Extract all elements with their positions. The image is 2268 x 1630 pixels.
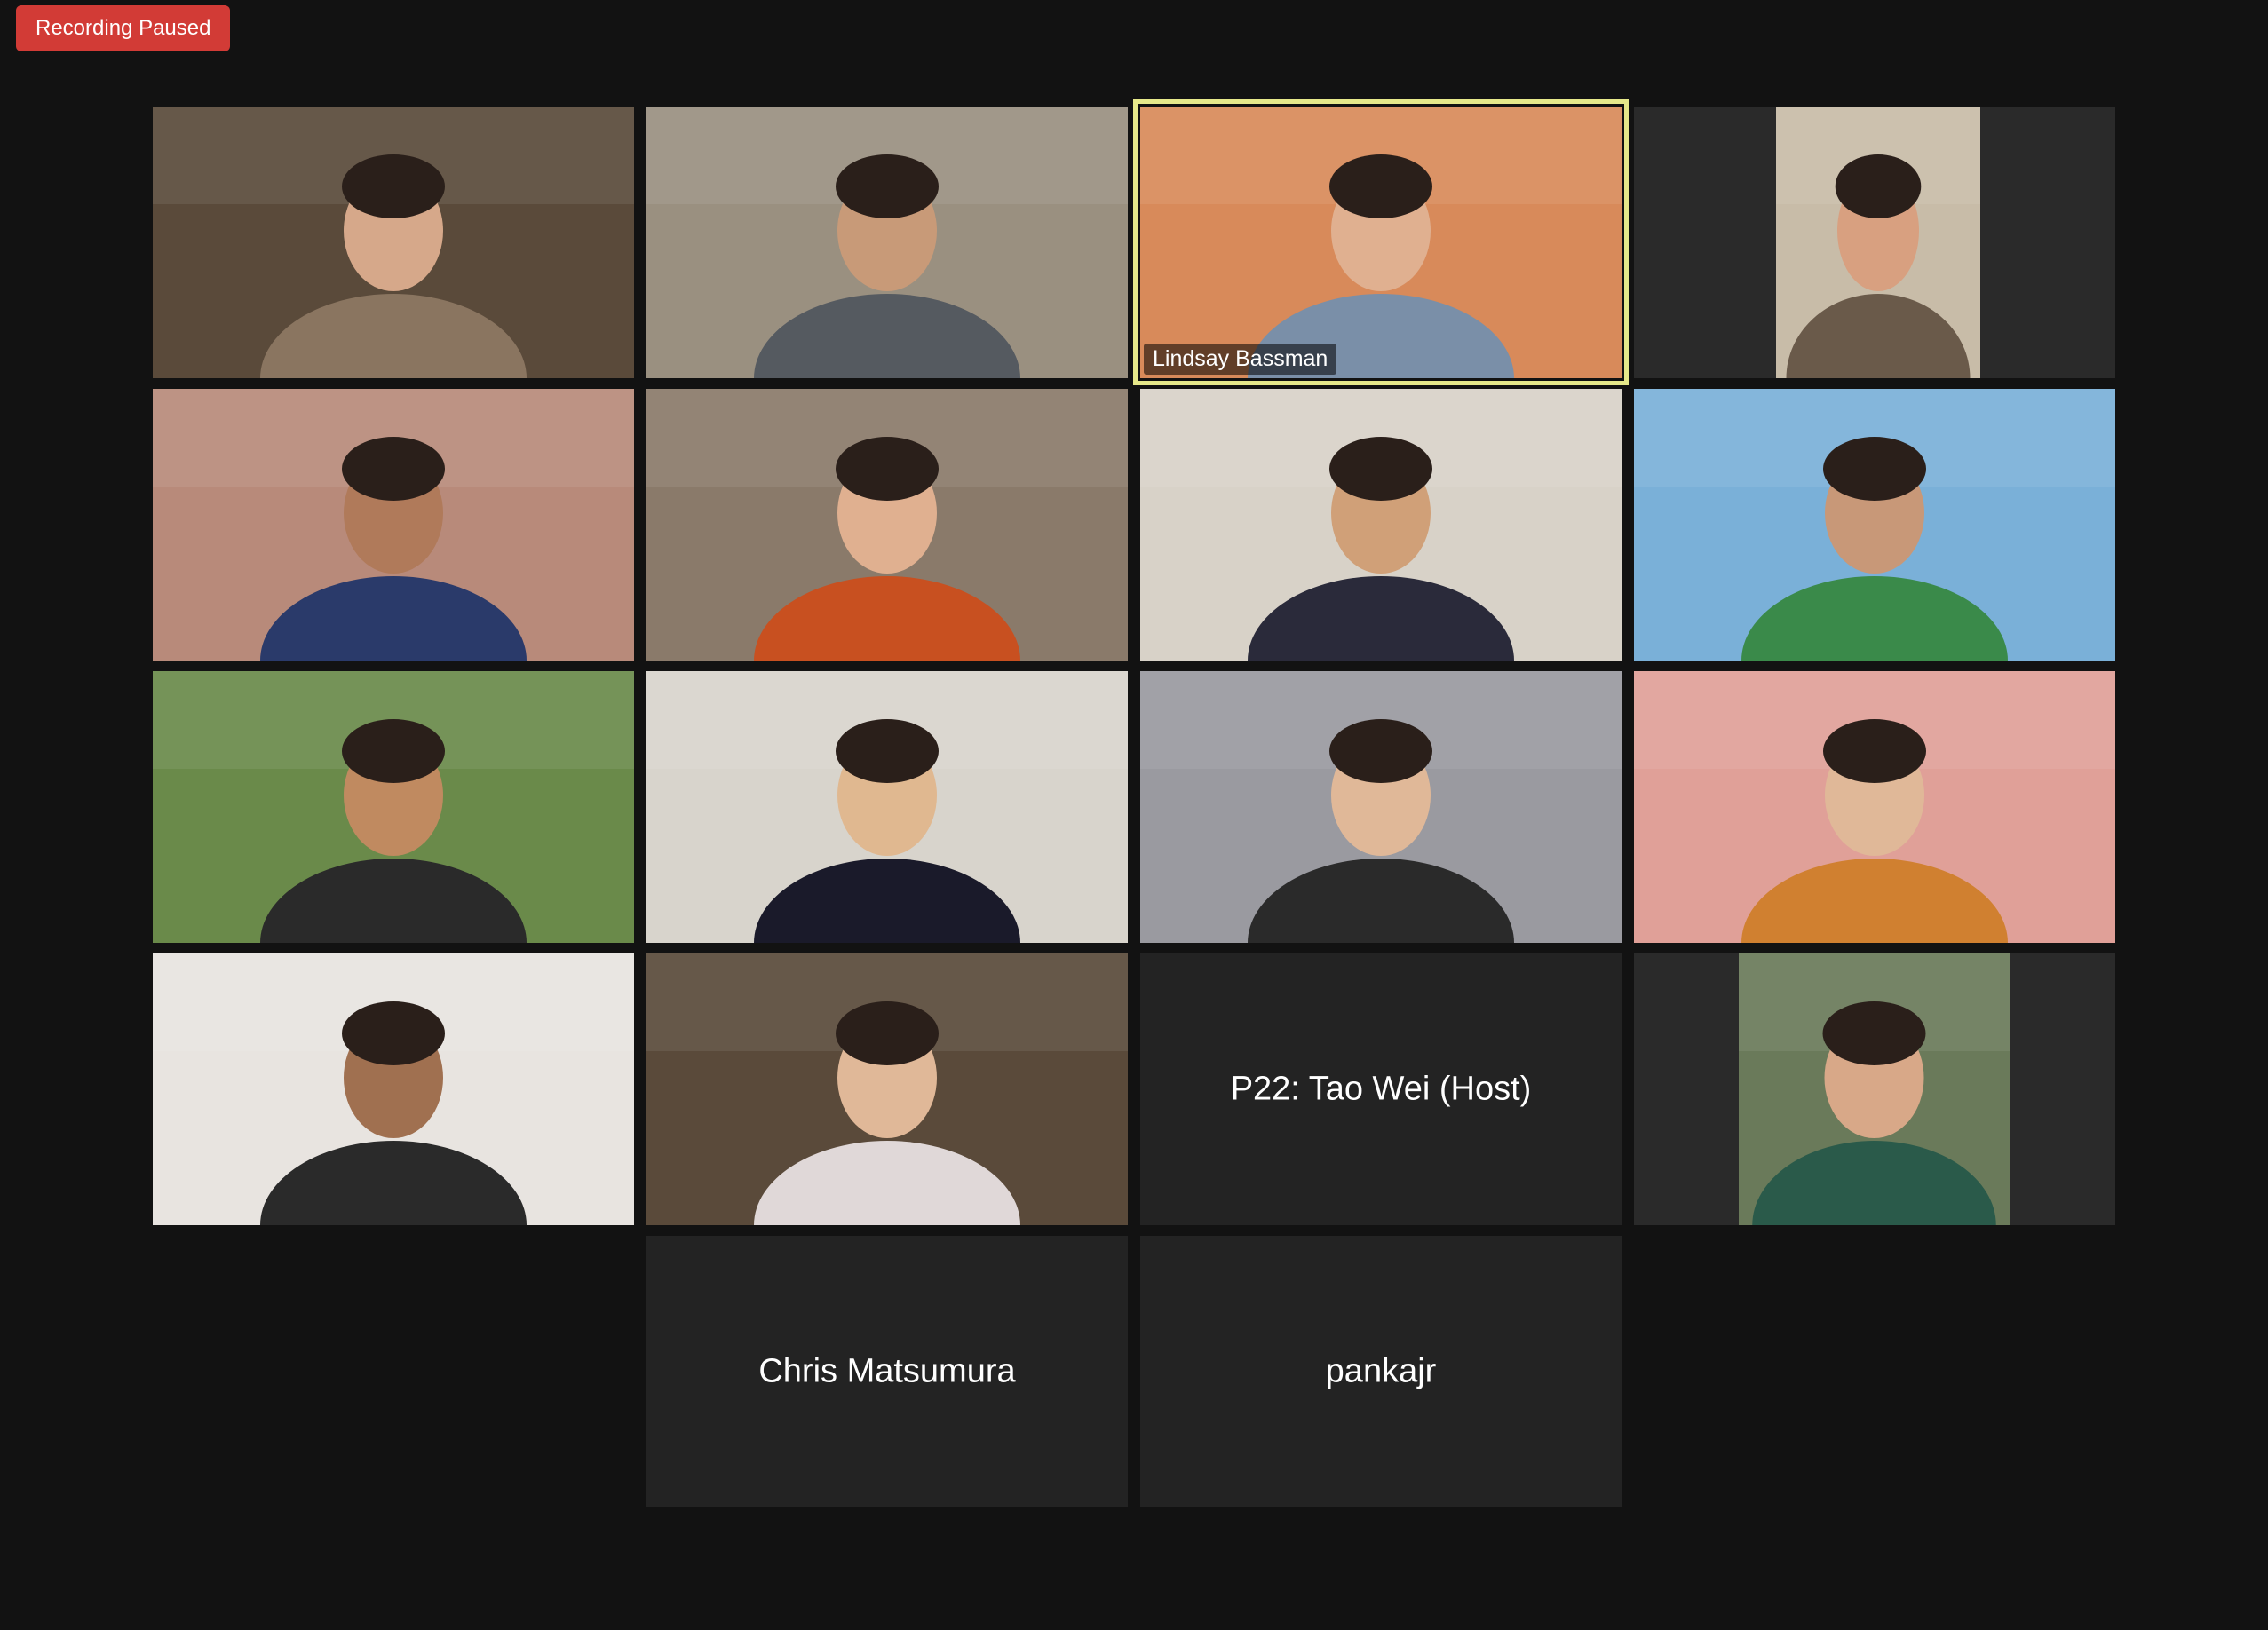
participant-tile[interactable] [153,953,634,1225]
video-feed [153,107,634,378]
participant-tile[interactable] [1140,389,1622,661]
participant-tile[interactable]: P22: Tao Wei (Host) [1140,953,1622,1225]
video-feed [1634,389,2115,661]
video-feed [153,671,634,943]
participant-tile[interactable] [646,107,1128,378]
participant-tile[interactable] [1634,389,2115,661]
participant-tile[interactable] [153,671,634,943]
participant-name: P22: Tao Wei (Host) [1230,1070,1532,1108]
video-feed [153,389,634,661]
video-feed [646,107,1128,378]
video-feed [1634,107,2115,378]
video-feed [1634,671,2115,943]
video-feed [646,671,1128,943]
participant-tile[interactable] [646,953,1128,1225]
participant-tile[interactable]: Lindsay Bassman [1133,99,1629,385]
participant-tile[interactable]: Chris Matsumura [646,1236,1128,1507]
recording-paused-badge[interactable]: Recording Paused [16,5,231,51]
video-feed [1140,671,1622,943]
video-feed [1140,389,1622,661]
participant-tile[interactable] [646,671,1128,943]
participant-tile[interactable] [1140,671,1622,943]
participant-name: Lindsay Bassman [1144,344,1337,375]
video-feed [646,953,1128,1225]
participant-tile[interactable] [1634,953,2115,1225]
participant-tile[interactable] [646,389,1128,661]
participant-tile[interactable] [153,107,634,378]
participant-name: Chris Matsumura [758,1352,1016,1390]
participant-name: pankajr [1325,1352,1437,1390]
video-feed [646,389,1128,661]
video-feed [153,953,634,1225]
participant-tile[interactable] [1634,107,2115,378]
participant-tile[interactable]: pankajr [1140,1236,1622,1507]
participant-tile[interactable] [1634,671,2115,943]
participant-tile[interactable] [153,389,634,661]
video-feed [1140,107,1622,378]
video-feed [1634,953,2115,1225]
